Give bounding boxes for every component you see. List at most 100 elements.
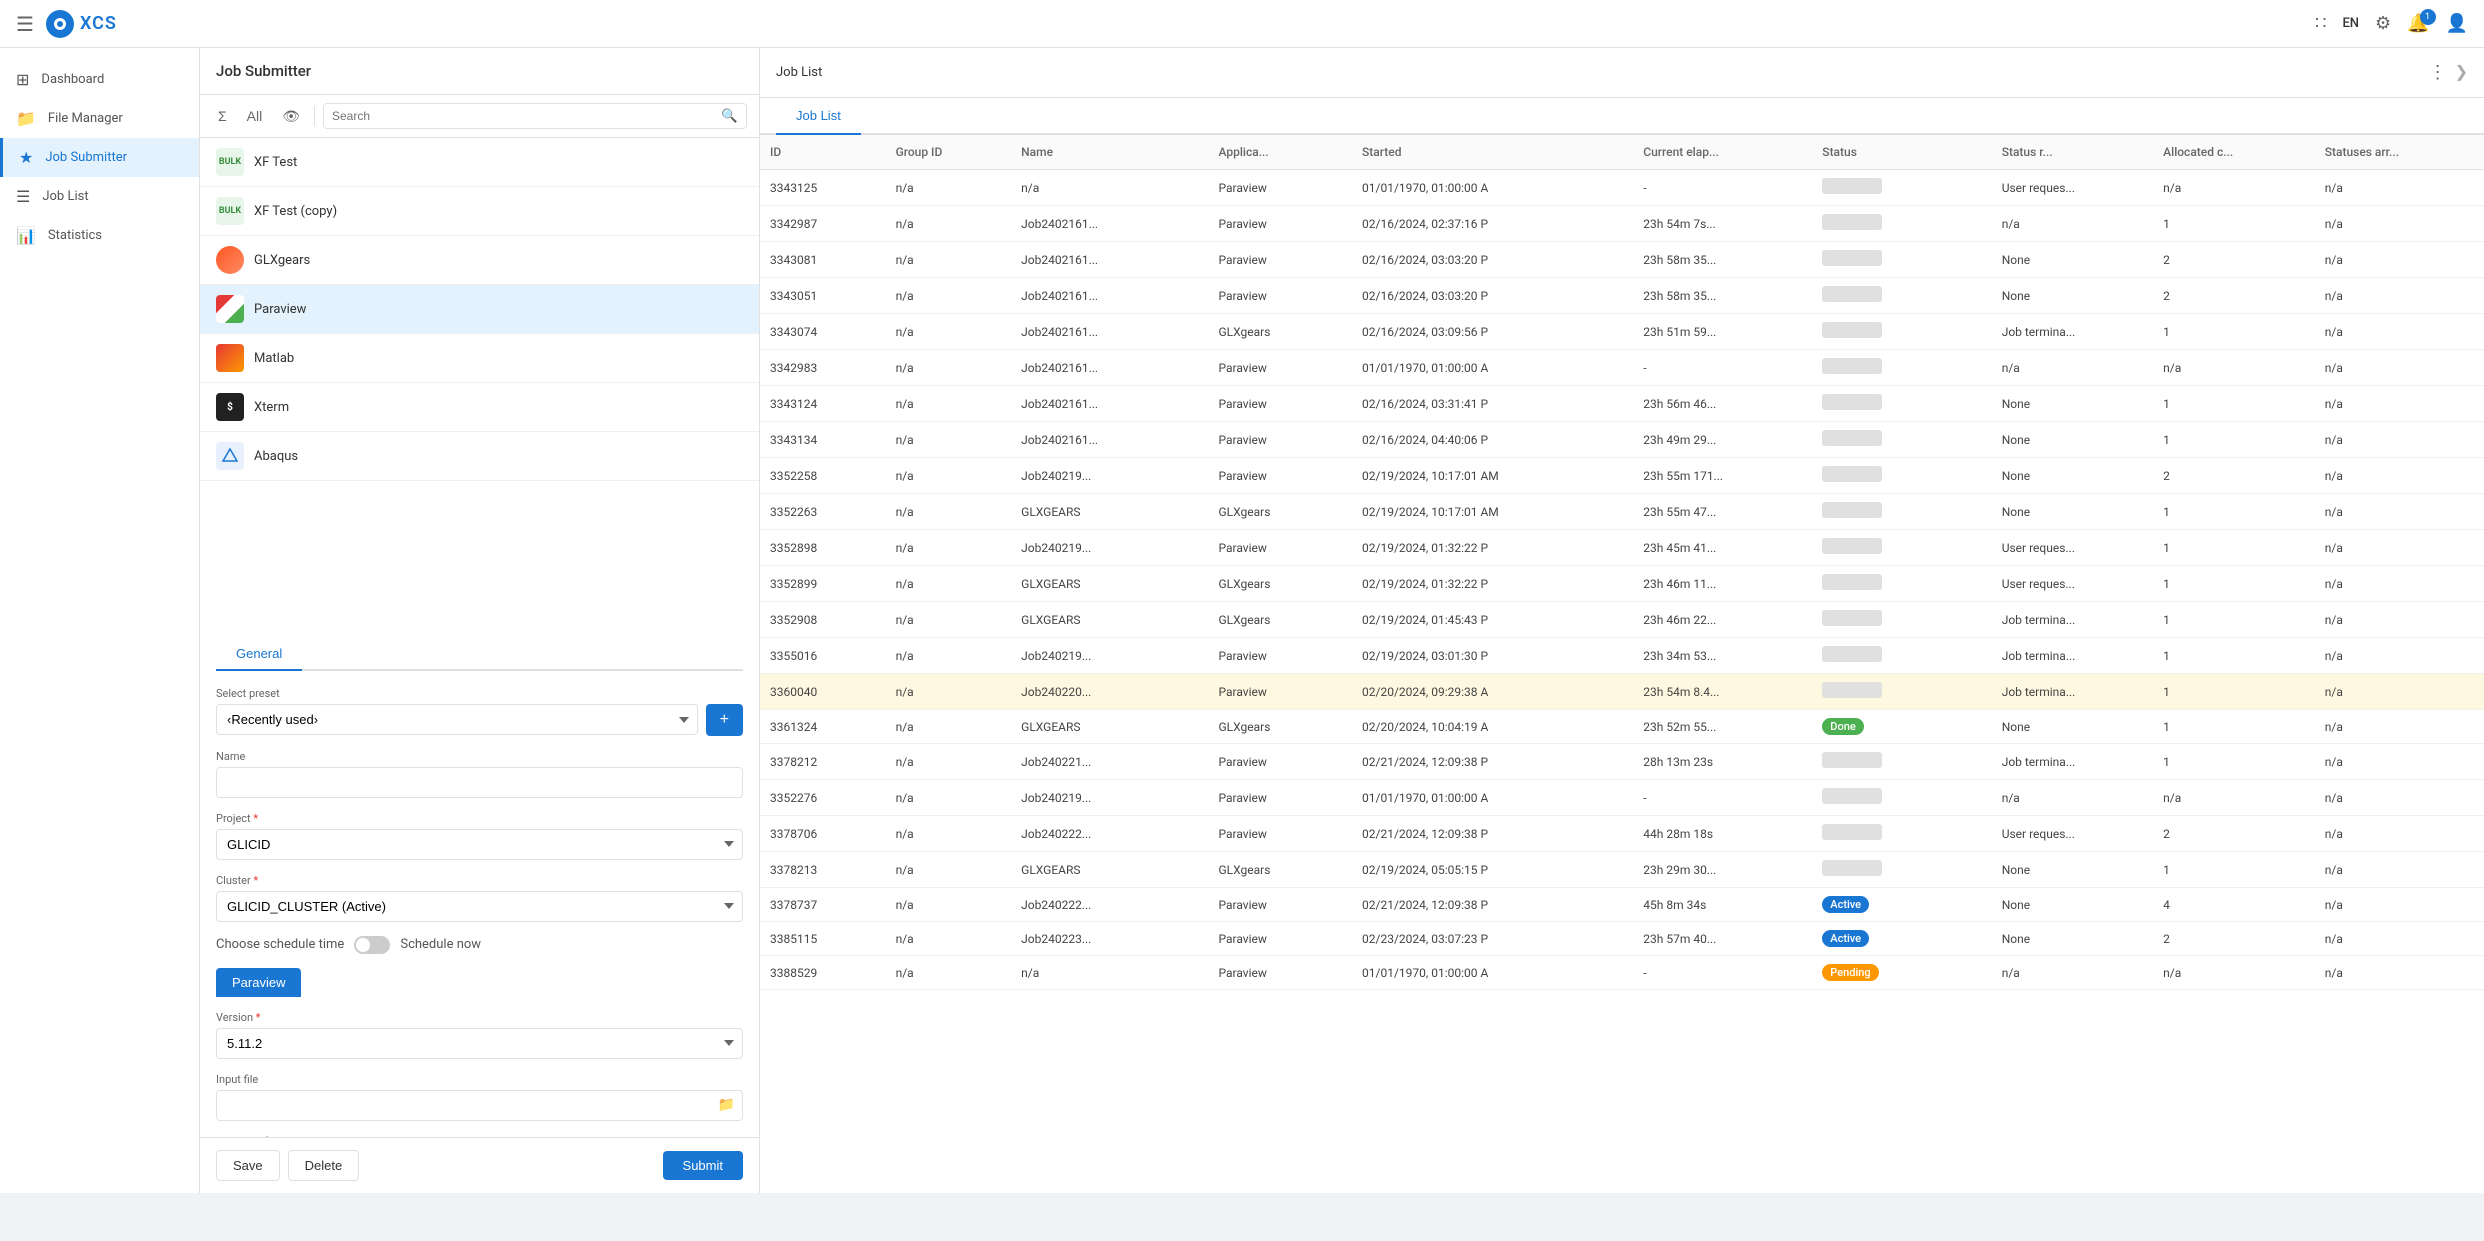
cell-statusr: None — [1992, 242, 2153, 278]
table-row[interactable]: 3352898 n/a Job240219... Paraview 02/19/… — [760, 530, 2484, 566]
cell-app: GLXgears — [1209, 602, 1353, 638]
settings-icon[interactable]: ⚙ — [2375, 13, 2391, 34]
list-item[interactable]: BULK XF Test — [200, 138, 759, 187]
cell-elapsed: - — [1633, 350, 1812, 386]
cluster-select[interactable]: GLICID_CLUSTER (Active) — [216, 891, 743, 922]
all-button[interactable]: All — [241, 104, 269, 128]
search-icon[interactable]: 🔍 — [721, 108, 738, 124]
cell-started: 02/21/2024, 12:09:38 P — [1352, 744, 1633, 780]
table-row[interactable]: 3343074 n/a Job2402161... GLXgears 02/16… — [760, 314, 2484, 350]
cell-statusr: None — [1992, 922, 2153, 956]
list-item[interactable]: Paraview — [200, 285, 759, 334]
cell-started: 02/19/2024, 01:32:22 P — [1352, 566, 1633, 602]
table-row[interactable]: 3352263 n/a GLXGEARS GLXgears 02/19/2024… — [760, 494, 2484, 530]
cell-statusr: Job termina... — [1992, 638, 2153, 674]
cell-group: n/a — [886, 744, 1012, 780]
hamburger-menu[interactable]: ☰ — [16, 12, 34, 36]
sidebar-item-file-manager[interactable]: 📁 File Manager — [0, 99, 199, 138]
table-row[interactable]: 3378737 n/a Job240222... Paraview 02/21/… — [760, 888, 2484, 922]
cell-statusr: n/a — [1992, 350, 2153, 386]
list-item[interactable]: GLXgears — [200, 236, 759, 285]
table-row[interactable]: 3343081 n/a Job2402161... Paraview 02/16… — [760, 242, 2484, 278]
cell-started: 02/19/2024, 01:32:22 P — [1352, 530, 1633, 566]
name-input[interactable] — [216, 767, 743, 798]
job-label: XF Test — [254, 155, 297, 170]
input-file-input[interactable] — [216, 1090, 743, 1121]
job-list-table-container[interactable]: ID Group ID Name Applica... Started Curr… — [760, 135, 2484, 1193]
job-icon-abaqus — [216, 442, 244, 470]
table-row[interactable]: 3343125 n/a n/a Paraview 01/01/1970, 01:… — [760, 170, 2484, 206]
sidebar-item-statistics[interactable]: 📊 Statistics — [0, 216, 199, 255]
grid-icon[interactable]: ∷ — [2315, 13, 2326, 34]
tab-general[interactable]: General — [216, 638, 302, 671]
table-row[interactable]: 3352276 n/a Job240219... Paraview 01/01/… — [760, 780, 2484, 816]
delete-button[interactable]: Delete — [288, 1150, 360, 1181]
table-row[interactable]: 3388529 n/a n/a Paraview 01/01/1970, 01:… — [760, 956, 2484, 990]
table-row[interactable]: 3352908 n/a GLXGEARS GLXgears 02/19/2024… — [760, 602, 2484, 638]
cell-id: 3385115 — [760, 922, 886, 956]
table-row[interactable]: 3352899 n/a GLXGEARS GLXgears 02/19/2024… — [760, 566, 2484, 602]
table-row[interactable]: 3342987 n/a Job2402161... Paraview 02/16… — [760, 206, 2484, 242]
table-row[interactable]: 3378213 n/a GLXGEARS GLXgears 02/19/2024… — [760, 852, 2484, 888]
status-badge — [1822, 574, 1882, 590]
sidebar-item-job-list[interactable]: ☰ Job List — [0, 177, 199, 216]
cell-app: GLXgears — [1209, 314, 1353, 350]
table-row[interactable]: 3385115 n/a Job240223... Paraview 02/23/… — [760, 922, 2484, 956]
cell-alloc: 2 — [2153, 458, 2315, 494]
status-badge — [1822, 286, 1882, 302]
tab-job-list[interactable]: Job List — [776, 98, 861, 135]
project-select[interactable]: GLICID — [216, 829, 743, 860]
preset-select[interactable]: ‹Recently used› — [216, 704, 698, 735]
sidebar-item-job-submitter[interactable]: ★ Job Submitter — [0, 138, 199, 177]
table-row[interactable]: 3343051 n/a Job2402161... Paraview 02/16… — [760, 278, 2484, 314]
cell-statusr: Job termina... — [1992, 602, 2153, 638]
save-button[interactable]: Save — [216, 1150, 280, 1181]
app-tab-paraview[interactable]: Paraview — [216, 968, 301, 997]
expand-icon[interactable]: ❯ — [2455, 62, 2468, 83]
table-row[interactable]: 3355016 n/a Job240219... Paraview 02/19/… — [760, 638, 2484, 674]
table-row[interactable]: 3352258 n/a Job240219... Paraview 02/19/… — [760, 458, 2484, 494]
table-row[interactable]: 3360040 n/a Job240220... Paraview 02/20/… — [760, 674, 2484, 710]
version-select[interactable]: 5.11.2 — [216, 1028, 743, 1059]
cell-status — [1812, 350, 1991, 386]
cell-statusr: n/a — [1992, 206, 2153, 242]
cell-group: n/a — [886, 888, 1012, 922]
user-avatar[interactable]: 👤 — [2446, 13, 2468, 34]
table-row[interactable]: 3342983 n/a Job2402161... Paraview 01/01… — [760, 350, 2484, 386]
eye-button[interactable]: 👁 — [276, 104, 306, 129]
status-badge — [1822, 178, 1882, 194]
cell-app: Paraview — [1209, 278, 1353, 314]
list-item[interactable]: Abaqus — [200, 432, 759, 481]
cell-started: 02/21/2024, 12:09:38 P — [1352, 888, 1633, 922]
file-browse-icon[interactable]: 📁 — [718, 1097, 735, 1113]
table-row[interactable]: 3343124 n/a Job2402161... Paraview 02/16… — [760, 386, 2484, 422]
cell-app: Paraview — [1209, 458, 1353, 494]
more-options-icon[interactable]: ⋮ — [2429, 62, 2447, 83]
sum-button[interactable]: Σ — [212, 104, 233, 128]
job-list-title: Job List — [776, 65, 822, 80]
list-item[interactable]: $ Xterm — [200, 383, 759, 432]
app-title: XCS — [80, 13, 117, 34]
cell-statuses: n/a — [2315, 494, 2484, 530]
language-selector[interactable]: EN — [2342, 16, 2359, 31]
notifications-icon[interactable]: 🔔1 — [2407, 13, 2429, 34]
schedule-toggle[interactable] — [354, 936, 390, 954]
list-item[interactable]: BULK XF Test (copy) — [200, 187, 759, 236]
cell-elapsed: 23h 58m 35... — [1633, 242, 1812, 278]
cell-name: Job2402161... — [1011, 350, 1208, 386]
logo-circle — [46, 10, 74, 38]
cell-name: Job2402161... — [1011, 314, 1208, 350]
table-row[interactable]: 3378212 n/a Job240221... Paraview 02/21/… — [760, 744, 2484, 780]
table-row[interactable]: 3343134 n/a Job2402161... Paraview 02/16… — [760, 422, 2484, 458]
search-input[interactable] — [332, 109, 721, 123]
list-item[interactable]: Matlab — [200, 334, 759, 383]
cell-started: 02/19/2024, 05:05:15 P — [1352, 852, 1633, 888]
submit-button[interactable]: Submit — [663, 1151, 743, 1180]
sidebar-item-label: File Manager — [48, 111, 123, 126]
table-row[interactable]: 3361324 n/a GLXGEARS GLXgears 02/20/2024… — [760, 710, 2484, 744]
add-preset-button[interactable]: + — [706, 704, 743, 736]
job-list-header: Job List ⋮ ❯ — [760, 48, 2484, 98]
sidebar-item-dashboard[interactable]: ⊞ Dashboard — [0, 60, 199, 99]
cell-status — [1812, 744, 1991, 780]
table-row[interactable]: 3378706 n/a Job240222... Paraview 02/21/… — [760, 816, 2484, 852]
